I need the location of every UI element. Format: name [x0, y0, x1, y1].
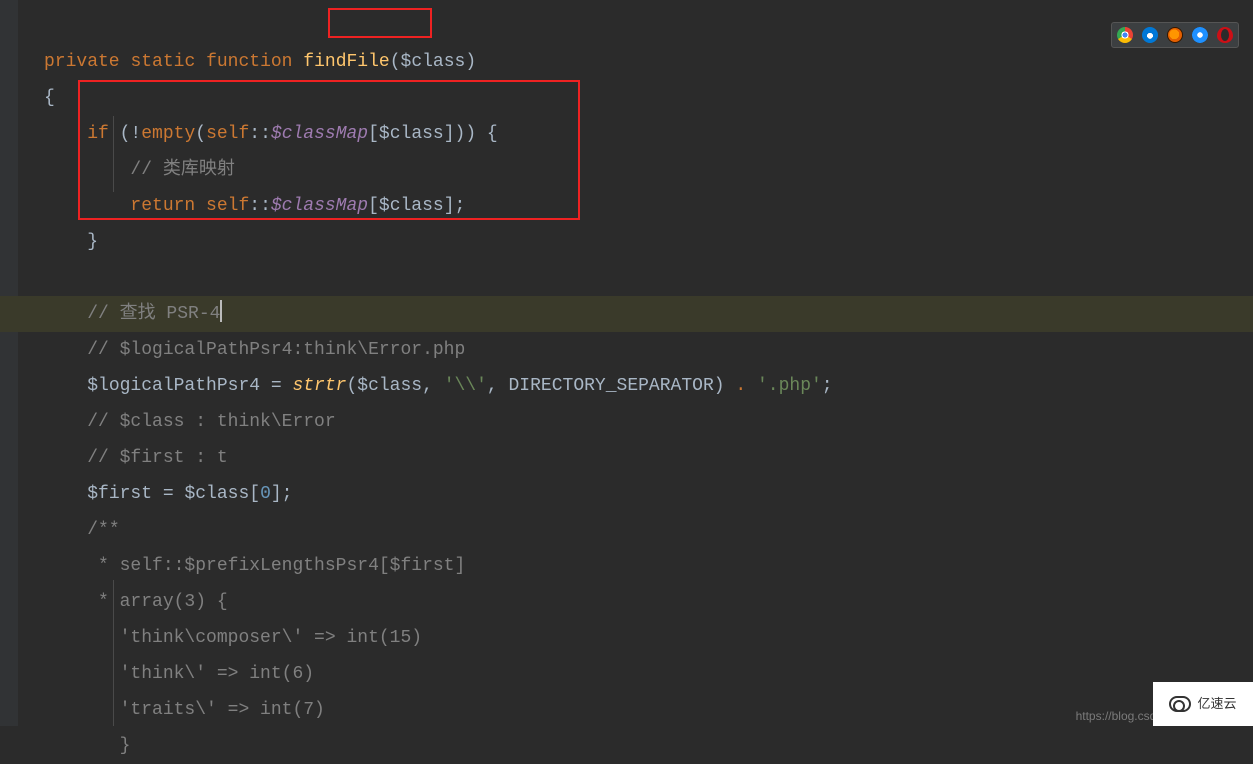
semi: ;: [822, 376, 833, 396]
keyword-static: static: [130, 52, 195, 72]
assign: =: [260, 376, 292, 396]
keyword-function: function: [206, 52, 292, 72]
comment: // $first : t: [87, 448, 227, 468]
code-editor[interactable]: private static function findFile($class)…: [0, 0, 1253, 764]
idx-close: ];: [271, 484, 293, 504]
args: ($class,: [346, 376, 443, 396]
var-first: $first: [87, 484, 152, 504]
builtin-strtr: strtr: [292, 376, 346, 396]
docblock-line: }: [87, 736, 130, 756]
comment: // 类库映射: [130, 160, 234, 180]
keyword-if: if: [87, 124, 109, 144]
keyword-self: self: [206, 196, 249, 216]
text-caret: [220, 300, 222, 322]
docblock-open: /**: [87, 520, 119, 540]
function-name: findFile: [303, 52, 389, 72]
browser-preview-toolbar[interactable]: [1111, 22, 1239, 48]
string: '\\': [444, 376, 487, 396]
index: [$class])) {: [368, 124, 498, 144]
keyword-return: return: [130, 196, 195, 216]
var-logicalPathPsr4: $logicalPathPsr4: [87, 376, 260, 396]
builtin-empty: empty: [141, 124, 195, 144]
op-concat: .: [735, 376, 746, 396]
space: [195, 196, 206, 216]
string: '.php': [757, 376, 822, 396]
args2: , DIRECTORY_SEPARATOR): [487, 376, 735, 396]
indent-guide: [113, 580, 114, 726]
watermark-url: https://blog.csdn.n: [0, 709, 1253, 723]
static-prop-classmap: $classMap: [271, 124, 368, 144]
dcolon: ::: [249, 196, 271, 216]
var-class-idx: $class[: [184, 484, 260, 504]
brace-open: {: [44, 88, 55, 108]
index: [$class];: [368, 196, 465, 216]
yisu-logo-icon: [1169, 696, 1191, 712]
dcolon: ::: [249, 124, 271, 144]
docblock-line: 'think\composer\' => int(15): [87, 628, 422, 648]
brace-close: }: [87, 232, 98, 252]
keyword-self: self: [206, 124, 249, 144]
docblock-line: * self::$prefixLengthsPsr4[$first]: [87, 556, 465, 576]
assign: =: [152, 484, 184, 504]
keyword-private: private: [44, 52, 120, 72]
space: [746, 376, 757, 396]
comment: // 查找 PSR-4: [87, 304, 220, 324]
indent-guide: [113, 116, 114, 192]
comment: // $class : think\Error: [87, 412, 335, 432]
static-prop-classmap: $classMap: [271, 196, 368, 216]
opera-icon[interactable]: [1217, 27, 1233, 43]
yisu-label: 亿速云: [1197, 686, 1236, 722]
current-line[interactable]: // 查找 PSR-4: [0, 296, 1253, 332]
docblock-line: * array(3) {: [87, 592, 227, 612]
params: ($class): [390, 52, 476, 72]
comment: // $logicalPathPsr4:think\Error.php: [87, 340, 465, 360]
safari-icon[interactable]: [1192, 27, 1208, 43]
docblock-line: 'think\' => int(6): [87, 664, 314, 684]
paren: (: [195, 124, 206, 144]
firefox-icon[interactable]: [1167, 27, 1183, 43]
yisu-watermark: 亿速云: [1153, 682, 1253, 726]
edge-icon[interactable]: [1142, 27, 1158, 43]
number: 0: [260, 484, 271, 504]
chrome-icon[interactable]: [1117, 27, 1133, 43]
